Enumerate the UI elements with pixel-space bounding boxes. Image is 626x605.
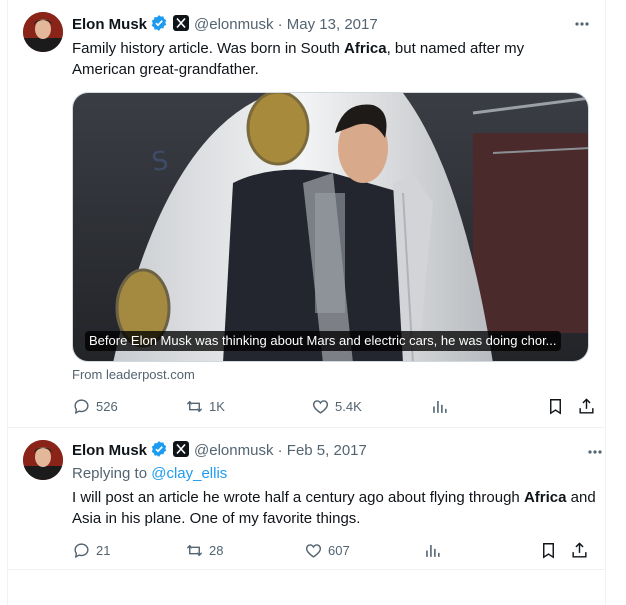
replying-to: Replying to @clay_ellis [72,465,228,482]
bookmark-icon [550,398,561,415]
views-button[interactable] [430,396,449,416]
tweet-actions: 526 1K 5.4K [72,396,594,416]
tweet-date[interactable]: May 13, 2017 [287,16,378,33]
tweet-text: Family history article. Was born in Sout… [72,40,525,78]
media-caption: Before Elon Musk was thinking about Mars… [85,331,561,351]
like-count: 5.4K [335,398,362,414]
repost-icon [186,544,203,556]
bookmark-button[interactable] [539,540,558,560]
capsule-photo: S [73,93,588,361]
share-button[interactable] [577,396,596,416]
avatar[interactable] [23,440,63,480]
author-name[interactable]: Elon Musk [72,16,147,33]
repost-count: 1K [209,398,225,414]
reply-icon [74,398,89,414]
reply-count: 526 [96,398,118,414]
tweet-actions: 21 28 607 [72,540,605,560]
link-source[interactable]: From leaderpost.com [72,366,195,384]
reply-button[interactable]: 526 [72,396,118,416]
repost-count: 28 [209,542,224,558]
views-icon [426,544,440,557]
separator-dot: · [277,442,283,459]
bookmark-icon [543,542,554,559]
link-card-image[interactable]: S Before Elon Musk was thinking about Ma… [72,92,589,362]
like-icon [312,399,329,414]
author-handle[interactable]: @elonmusk [194,442,273,459]
share-icon [579,397,594,414]
x-logo-icon [173,15,190,38]
share-icon [572,541,587,558]
repost-button[interactable]: 1K [185,396,225,416]
tweet-date[interactable]: Feb 5, 2017 [287,442,367,459]
views-button[interactable] [423,540,442,560]
bookmark-button[interactable] [546,396,565,416]
more-icon[interactable] [572,14,592,34]
separator-dot: · [277,16,283,33]
tweet[interactable]: Elon Musk @elonmusk · May 13, 2017 Family… [7,0,606,428]
tweet-text: I will post an article he wrote half a c… [72,489,596,527]
like-count: 607 [328,542,350,558]
share-button[interactable] [570,540,589,560]
reply-icon [74,542,89,558]
more-icon[interactable] [585,442,605,462]
views-icon [433,400,447,413]
tweet-header: Elon Musk @elonmusk · May 13, 2017 [72,14,594,36]
tweet-header: Elon Musk @elonmusk · Feb 5, 2017 [72,440,607,462]
author-name[interactable]: Elon Musk [72,442,147,459]
avatar[interactable] [23,12,63,52]
mention-link[interactable]: @clay_ellis [151,465,227,482]
next-tweet-placeholder [7,570,606,605]
like-button[interactable]: 607 [304,540,350,560]
x-logo-icon [173,441,190,464]
verified-badge-icon [150,14,168,39]
reply-button[interactable]: 21 [72,540,110,560]
verified-badge-icon [150,440,168,465]
repost-icon [186,400,203,412]
reply-count: 21 [96,542,111,558]
repost-button[interactable]: 28 [185,540,223,560]
author-handle[interactable]: @elonmusk [194,16,273,33]
like-button[interactable]: 5.4K [311,396,362,416]
like-icon [305,543,322,558]
